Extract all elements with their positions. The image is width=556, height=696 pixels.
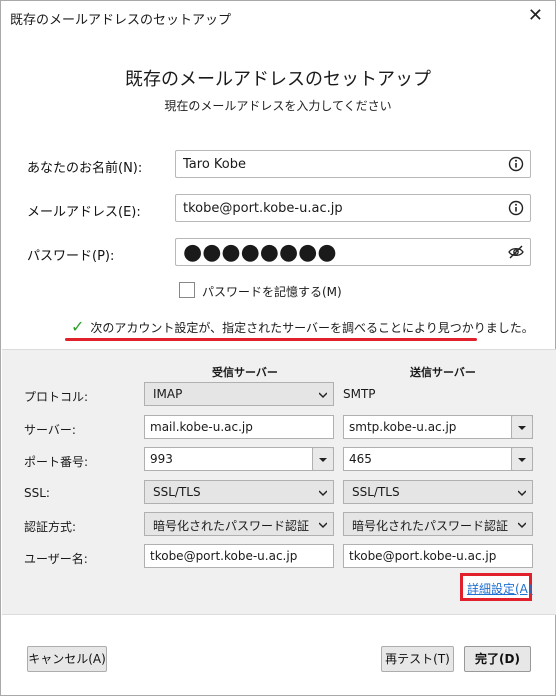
- eye-slash-icon[interactable]: [508, 244, 524, 260]
- incoming-auth-value: 暗号化されたパスワード認証: [153, 519, 310, 533]
- incoming-server-input[interactable]: mail.kobe-u.ac.jp: [144, 415, 334, 439]
- page-subtitle: 現在のメールアドレスを入力してください: [164, 99, 392, 113]
- incoming-header: 受信サーバー: [212, 366, 278, 379]
- incoming-port-combo[interactable]: 993: [144, 447, 334, 471]
- email-label: メールアドレス(E):: [27, 205, 141, 220]
- incoming-protocol-value: IMAP: [153, 387, 183, 401]
- chevron-down-icon: [319, 522, 327, 529]
- title-bar: 既存のメールアドレスのセットアップ ✕: [1, 1, 555, 33]
- remember-password-checkbox[interactable]: [179, 282, 195, 298]
- done-button[interactable]: 完了(D): [464, 646, 531, 672]
- highlight-underline: [65, 338, 477, 341]
- password-label: パスワード(P):: [27, 249, 115, 264]
- email-value: tkobe@port.kobe-u.ac.jp: [183, 201, 343, 216]
- outgoing-port-value: 465: [349, 452, 372, 466]
- advanced-settings-highlight: 詳細設定(A): [460, 573, 533, 601]
- name-value: Taro Kobe: [183, 157, 246, 172]
- status-message: ✓ 次のアカウント設定が、指定されたサーバーを調べることにより見つかりました。: [71, 317, 534, 336]
- chevron-down-icon: [518, 426, 526, 430]
- page-title: 既存のメールアドレスのセットアップ: [125, 69, 431, 90]
- outgoing-server-value: smtp.kobe-u.ac.jp: [349, 420, 457, 434]
- chevron-down-icon: [319, 490, 327, 497]
- outgoing-ssl-value: SSL/TLS: [352, 485, 400, 499]
- cancel-button[interactable]: キャンセル(A): [27, 646, 107, 672]
- outgoing-protocol-value: SMTP: [343, 387, 376, 401]
- account-setup-dialog: 既存のメールアドレスのセットアップ ✕ 既存のメールアドレスのセットアップ 現在…: [0, 0, 556, 696]
- retest-button[interactable]: 再テスト(T): [381, 646, 454, 672]
- incoming-ssl-select[interactable]: SSL/TLS: [144, 480, 334, 504]
- advanced-settings-link[interactable]: 詳細設定(A): [467, 580, 533, 597]
- outgoing-username-input[interactable]: tkobe@port.kobe-u.ac.jp: [343, 544, 533, 568]
- port-label: ポート番号:: [24, 455, 89, 469]
- email-field[interactable]: tkobe@port.kobe-u.ac.jp: [175, 194, 531, 222]
- incoming-username-value: tkobe@port.kobe-u.ac.jp: [150, 549, 298, 563]
- incoming-auth-select[interactable]: 暗号化されたパスワード認証: [144, 512, 334, 536]
- chevron-down-icon: [319, 458, 327, 462]
- close-icon[interactable]: ✕: [528, 5, 543, 26]
- auth-label: 認証方式:: [24, 520, 77, 534]
- remember-password-label[interactable]: パスワードを記憶する(M): [202, 283, 342, 300]
- protocol-label: プロトコル:: [24, 390, 89, 404]
- incoming-protocol-select[interactable]: IMAP: [144, 382, 334, 406]
- outgoing-server-combo[interactable]: smtp.kobe-u.ac.jp: [343, 415, 533, 439]
- outgoing-header: 送信サーバー: [410, 366, 476, 379]
- chevron-down-icon: [319, 392, 327, 399]
- name-field[interactable]: Taro Kobe: [175, 150, 531, 178]
- name-label: あなたのお名前(N):: [27, 161, 143, 176]
- outgoing-port-dropdown-button[interactable]: [511, 447, 533, 471]
- password-value: ●●●●●●●●: [183, 240, 337, 265]
- outgoing-ssl-select[interactable]: SSL/TLS: [343, 480, 533, 504]
- username-label: ユーザー名:: [24, 552, 88, 566]
- status-text: 次のアカウント設定が、指定されたサーバーを調べることにより見つかりました。: [90, 321, 534, 335]
- outgoing-username-value: tkobe@port.kobe-u.ac.jp: [349, 549, 497, 563]
- incoming-port-value: 993: [150, 452, 173, 466]
- outgoing-auth-value: 暗号化されたパスワード認証: [352, 519, 509, 533]
- chevron-down-icon: [518, 490, 526, 497]
- window-title: 既存のメールアドレスのセットアップ: [10, 13, 232, 28]
- outgoing-port-combo[interactable]: 465: [343, 447, 533, 471]
- password-field[interactable]: ●●●●●●●●: [175, 238, 531, 266]
- outgoing-auth-select[interactable]: 暗号化されたパスワード認証: [343, 512, 533, 536]
- server-label: サーバー:: [24, 423, 76, 437]
- outgoing-server-dropdown-button[interactable]: [511, 415, 533, 439]
- check-icon: ✓: [71, 317, 85, 336]
- ssl-label: SSL:: [24, 486, 50, 500]
- chevron-down-icon: [518, 522, 526, 529]
- chevron-down-icon: [518, 458, 526, 462]
- info-icon[interactable]: [508, 200, 524, 216]
- incoming-server-value: mail.kobe-u.ac.jp: [150, 420, 253, 434]
- info-icon[interactable]: [508, 156, 524, 172]
- incoming-ssl-value: SSL/TLS: [153, 485, 201, 499]
- incoming-port-dropdown-button[interactable]: [312, 447, 334, 471]
- incoming-username-input[interactable]: tkobe@port.kobe-u.ac.jp: [144, 544, 334, 568]
